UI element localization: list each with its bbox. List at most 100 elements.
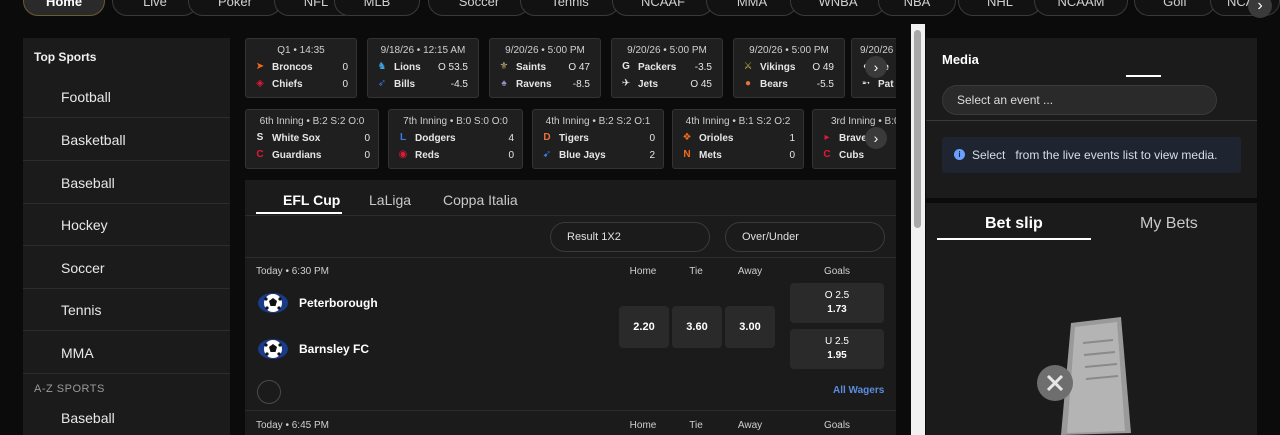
sidebar-item-basketball[interactable]: Basketball — [23, 119, 230, 161]
team-name: Jets — [638, 78, 659, 90]
over-label: O 2.5 — [824, 290, 850, 301]
jets-logo-icon: ✈ — [621, 78, 631, 89]
team-score: 0 — [364, 132, 370, 144]
nav-live[interactable]: Live — [112, 0, 198, 16]
game-card[interactable]: 6th Inning • B:2 S:2 O:0 S White Sox 0 C Gu… — [245, 109, 379, 169]
team-name: Cubs — [839, 149, 864, 161]
game-card[interactable]: 4th Inning • B:1 S:2 O:2 ❖ Orioles 1 N Mets… — [672, 109, 804, 169]
sidebar-item-hockey[interactable]: Hockey — [23, 204, 230, 246]
team-score: 0 — [789, 149, 795, 161]
nav-tennis[interactable]: Tennis — [520, 0, 620, 16]
page-scrollbar[interactable] — [911, 24, 925, 435]
team-name: Chiefs — [272, 78, 303, 90]
over-button[interactable]: O 2.5 1.73 — [790, 283, 884, 323]
tab-laliga[interactable]: LaLiga — [369, 192, 411, 208]
game-card[interactable]: Q1 • 14:35 ➤ Broncos 0 ◈ Chiefs 0 — [245, 38, 357, 98]
team-odds: O 49 — [812, 61, 834, 73]
top-sports-heading: Top Sports — [34, 50, 97, 64]
sidebar-item-baseball[interactable]: Baseball — [23, 162, 230, 204]
markets-panel: EFL Cup LaLiga Coppa Italia Result 1X2 O… — [245, 180, 896, 435]
favorite-toggle[interactable] — [257, 380, 281, 404]
braves-logo-icon: ▸ — [824, 132, 830, 143]
odds-home-button[interactable]: 2.20 — [619, 306, 669, 348]
odds-tie-button[interactable]: 3.60 — [672, 306, 722, 348]
sidebar-item-tennis[interactable]: Tennis — [23, 289, 230, 331]
media-info-banner: i Select from the live events list to vi… — [942, 137, 1241, 173]
tab-my-bets[interactable]: My Bets — [1140, 215, 1198, 233]
nav-soccer[interactable]: Soccer — [428, 0, 530, 16]
team-name: Vikings — [760, 61, 796, 73]
over-odds: 1.73 — [827, 304, 847, 315]
team-name: Bills — [394, 78, 416, 90]
scrollbar-thumb[interactable] — [914, 30, 921, 228]
team-name: Packers — [638, 61, 677, 73]
tab-coppa-italia[interactable]: Coppa Italia — [443, 192, 518, 208]
game-status: 4th Inning • B:2 S:2 O:1 — [545, 116, 651, 127]
event-time: Today • 6:30 PM — [256, 266, 329, 277]
sidebar-item-mma[interactable]: MMA — [23, 332, 230, 374]
team-name: Tigers — [559, 132, 589, 144]
odds-away-button[interactable]: 3.00 — [725, 306, 775, 348]
game-card[interactable]: 9/20/26 • 5:00 PM ⚜ Saints O 47 ♠ Ravens -8.… — [489, 38, 601, 98]
tab-bet-slip[interactable]: Bet slip — [985, 215, 1043, 233]
team-name: Lions — [394, 61, 421, 73]
media-info-text: Select from the live events list to view… — [972, 148, 1218, 162]
divider — [245, 257, 896, 258]
game-status: 9/20/26 — [860, 45, 894, 56]
white-sox-logo-icon: S — [256, 132, 264, 143]
packers-logo-icon: G — [622, 61, 630, 72]
chevron-right-icon[interactable]: › — [865, 127, 887, 149]
nav-ncaaf[interactable]: NCAAF — [612, 0, 714, 16]
away-team[interactable]: Barnsley FC — [257, 336, 369, 362]
team-odds: O 53.5 — [437, 61, 468, 73]
under-label: U 2.5 — [825, 336, 849, 347]
sidebar-item-football[interactable]: Football — [23, 76, 230, 118]
game-card[interactable]: 4th Inning • B:2 S:2 O:1 D Tigers 0 ➹ Blue … — [532, 109, 664, 169]
under-odds: 1.95 — [827, 350, 847, 361]
col-goals: Goals — [823, 420, 851, 431]
home-team[interactable]: Peterborough — [257, 290, 378, 316]
team-score: 2 — [649, 149, 655, 161]
chevron-right-icon[interactable]: › — [865, 56, 887, 78]
nav-golf[interactable]: Golf — [1134, 0, 1216, 16]
game-card[interactable]: 9/20/26 • 5:00 PM G Packers -3.5 ✈ Jets O 45 — [611, 38, 723, 98]
team-name: Saints — [516, 61, 547, 73]
nav-nhl[interactable]: NHL — [958, 0, 1042, 16]
sidebar-item-az-baseball[interactable]: Baseball — [23, 397, 230, 435]
mets-logo-icon: N — [683, 149, 691, 160]
team-score: 0 — [342, 61, 348, 73]
patriots-logo-icon: ➵ — [861, 78, 871, 89]
vikings-logo-icon: ⚔ — [743, 61, 753, 72]
nav-mlb[interactable]: MLB — [334, 0, 420, 16]
all-wagers-link[interactable]: All Wagers — [833, 385, 884, 396]
bills-logo-icon: ➶ — [377, 78, 387, 89]
nav-nba[interactable]: NBA — [878, 0, 956, 16]
col-away: Away — [737, 266, 763, 277]
nav-ncaam[interactable]: NCAAM — [1034, 0, 1128, 16]
col-goals: Goals — [823, 266, 851, 277]
event-select[interactable]: Select an event ... — [942, 85, 1217, 115]
soccer-ball-icon — [257, 336, 289, 362]
game-card[interactable]: 9/20/26 • 5:00 PM ⚔ Vikings O 49 ● Bears -5.… — [733, 38, 845, 98]
under-button[interactable]: U 2.5 1.95 — [790, 329, 884, 369]
tab-efl-cup[interactable]: EFL Cup — [283, 192, 340, 208]
game-status: 6th Inning • B:2 S:2 O:0 — [259, 116, 365, 127]
nav-mma[interactable]: MMA — [706, 0, 798, 16]
result-1x2-selector[interactable]: Result 1X2 — [550, 222, 710, 252]
nav-poker[interactable]: Poker — [188, 0, 282, 16]
team-name: Bears — [760, 78, 788, 90]
team-score: 0 — [649, 132, 655, 144]
nav-home[interactable]: Home — [23, 0, 105, 16]
game-card[interactable]: 7th Inning • B:0 S:0 O:0 L Dodgers 4 ◉ Reds… — [388, 109, 523, 169]
sports-nav: Home Live Poker NFL MLB Soccer Tennis NC… — [0, 0, 1280, 18]
game-status: 9/18/26 • 12:15 AM — [380, 45, 466, 56]
game-status: 9/20/26 • 5:00 PM — [505, 45, 585, 56]
nav-wnba[interactable]: WNBA — [790, 0, 886, 16]
team-odds: O 45 — [690, 78, 712, 90]
over-under-selector[interactable]: Over/Under — [725, 222, 885, 252]
baseball-scoreboard: 6th Inning • B:2 S:2 O:0 S White Sox 0 C Gu… — [245, 109, 896, 169]
game-card[interactable]: 9/18/26 • 12:15 AM ♞ Lions O 53.5 ➶ Bills -4… — [367, 38, 479, 98]
team-name: Peterborough — [299, 296, 378, 310]
sidebar-item-soccer[interactable]: Soccer — [23, 247, 230, 289]
team-odds: O 47 — [568, 61, 590, 73]
